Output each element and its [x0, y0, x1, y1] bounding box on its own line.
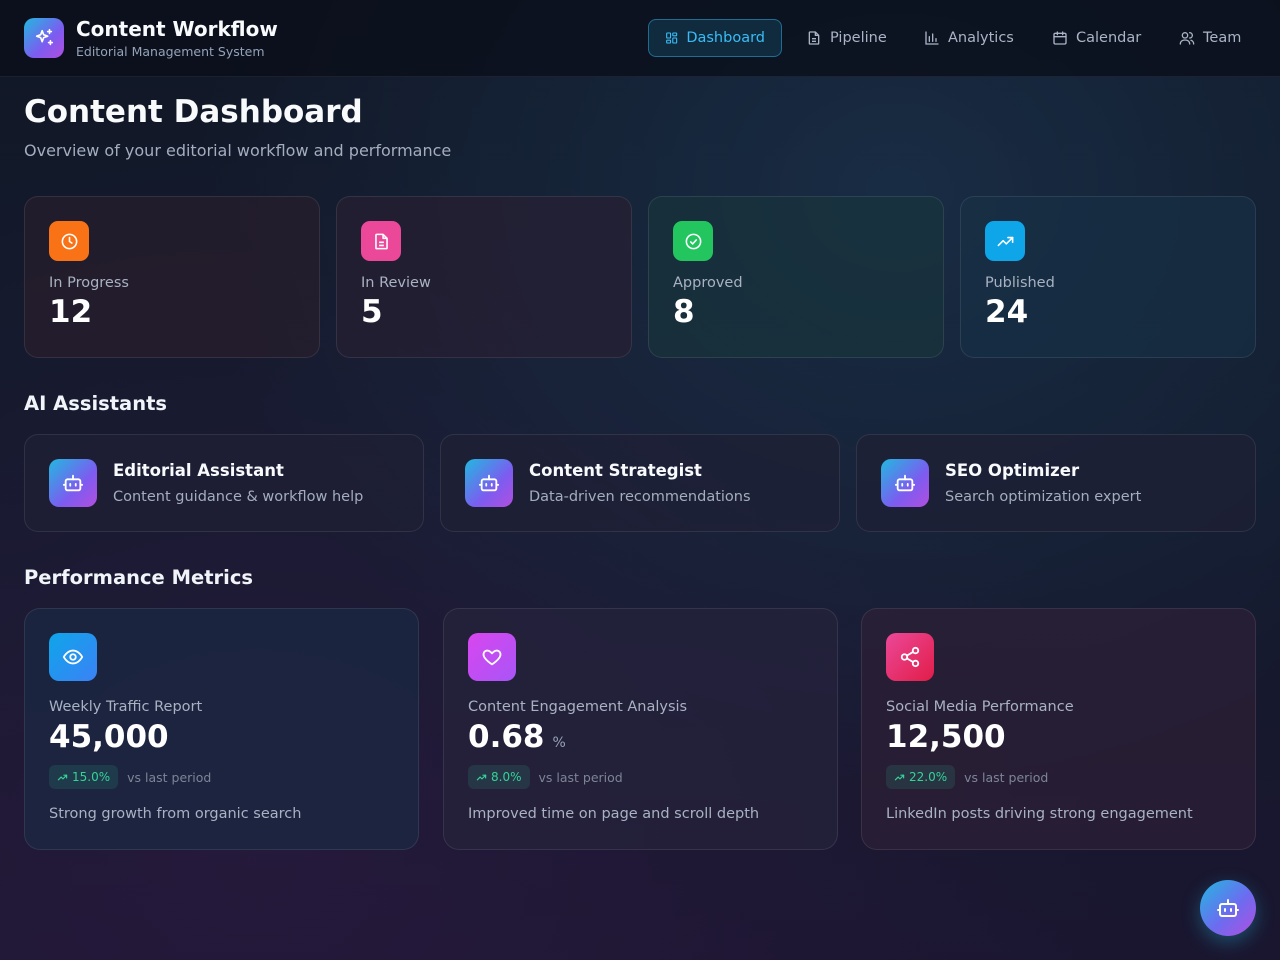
- assistant-card-strategist[interactable]: Content Strategist Data-driven recommend…: [440, 434, 840, 532]
- stat-label: In Review: [361, 275, 431, 291]
- document-icon: [374, 233, 388, 249]
- eye-icon: [62, 649, 84, 665]
- change-caption: vs last period: [538, 769, 623, 785]
- stat-value: 8: [673, 294, 695, 330]
- metric-value-row: 45,000: [49, 719, 177, 755]
- dashboard-grid-icon: [666, 32, 678, 44]
- app-logo[interactable]: [24, 18, 64, 58]
- change-badge: 8.0%: [468, 765, 530, 789]
- nav-dashboard-label: Dashboard: [686, 30, 765, 46]
- assistant-card-editorial[interactable]: Editorial Assistant Content guidance & w…: [24, 434, 424, 532]
- change-row: 15.0% vs last period: [49, 765, 211, 789]
- nav-pipeline[interactable]: Pipeline: [790, 19, 903, 57]
- clock-icon: [61, 233, 77, 249]
- metric-icon-wrap: [468, 633, 516, 681]
- stat-card-in-review[interactable]: In Review 5: [336, 196, 632, 358]
- metric-value-row: 12,500: [886, 719, 1014, 755]
- bot-icon: [894, 474, 916, 492]
- nav-team-label: Team: [1203, 30, 1242, 46]
- assistant-icon-wrap: [465, 459, 513, 507]
- bot-icon: [1217, 899, 1239, 917]
- nav-calendar-label: Calendar: [1076, 30, 1142, 46]
- page-subtitle: Overview of your editorial workflow and …: [24, 141, 452, 160]
- trending-up-icon: [894, 774, 905, 780]
- assistant-card-seo[interactable]: SEO Optimizer Search optimization expert: [856, 434, 1256, 532]
- top-bar: Content Workflow Editorial Management Sy…: [0, 0, 1280, 77]
- stat-icon-wrap: [49, 221, 89, 261]
- page-title: Content Dashboard: [24, 94, 363, 130]
- change-row: 8.0% vs last period: [468, 765, 623, 789]
- assistant-name: SEO Optimizer: [945, 461, 1080, 480]
- performance-metrics-heading: Performance Metrics: [24, 566, 253, 589]
- share-icon: [900, 646, 920, 668]
- check-circle-icon: [685, 233, 701, 249]
- stat-value: 5: [361, 294, 383, 330]
- trending-up-icon: [476, 774, 487, 780]
- metric-value-row: 0.68 %: [468, 719, 566, 755]
- metric-note: LinkedIn posts driving strong engagement: [886, 806, 1193, 822]
- stat-card-in-progress[interactable]: In Progress 12: [24, 196, 320, 358]
- nav-team[interactable]: Team: [1163, 19, 1257, 57]
- change-row: 22.0% vs last period: [886, 765, 1048, 789]
- stat-icon-wrap: [673, 221, 713, 261]
- metric-card-social[interactable]: Social Media Performance 12,500 22.0% vs…: [861, 608, 1256, 850]
- change-caption: vs last period: [964, 769, 1049, 785]
- stat-value: 24: [985, 294, 1029, 330]
- assistant-description: Data-driven recommendations: [529, 489, 751, 505]
- metric-value: 45,000: [49, 719, 169, 755]
- change-value: 22.0%: [909, 770, 948, 784]
- assistant-description: Content guidance & workflow help: [113, 489, 364, 505]
- trending-up-icon: [57, 774, 68, 780]
- change-value: 15.0%: [72, 770, 111, 784]
- trending-up-icon: [997, 236, 1013, 246]
- change-badge: 15.0%: [49, 765, 119, 789]
- change-badge: 22.0%: [886, 765, 956, 789]
- nav-calendar[interactable]: Calendar: [1036, 19, 1157, 57]
- assistant-description: Search optimization expert: [945, 489, 1142, 505]
- metric-card-traffic[interactable]: Weekly Traffic Report 45,000 15.0% vs la…: [24, 608, 419, 850]
- metric-note: Improved time on page and scroll depth: [468, 806, 760, 822]
- ai-assistants-heading: AI Assistants: [24, 392, 168, 415]
- app-subtitle: Editorial Management System: [76, 44, 265, 59]
- stat-icon-wrap: [985, 221, 1025, 261]
- nav-dashboard[interactable]: Dashboard: [648, 19, 782, 57]
- nav-analytics[interactable]: Analytics: [908, 19, 1030, 57]
- metric-note: Strong growth from organic search: [49, 806, 302, 822]
- heart-icon: [482, 649, 502, 666]
- assistant-name: Content Strategist: [529, 461, 702, 480]
- stat-icon-wrap: [361, 221, 401, 261]
- metric-value: 0.68: [468, 719, 545, 755]
- metric-value: 12,500: [886, 719, 1006, 755]
- bot-icon: [478, 474, 500, 492]
- assistant-name: Editorial Assistant: [113, 461, 284, 480]
- nav-pipeline-label: Pipeline: [830, 30, 887, 46]
- assistant-icon-wrap: [881, 459, 929, 507]
- metric-name: Content Engagement Analysis: [468, 699, 688, 715]
- metric-name: Weekly Traffic Report: [49, 699, 203, 715]
- stat-label: Approved: [673, 275, 743, 291]
- metric-name: Social Media Performance: [886, 699, 1074, 715]
- change-caption: vs last period: [127, 769, 212, 785]
- metric-unit: %: [552, 735, 566, 751]
- app-title: Content Workflow: [76, 17, 278, 41]
- assistant-icon-wrap: [49, 459, 97, 507]
- ai-assistant-fab-button[interactable]: [1200, 880, 1256, 936]
- bot-icon: [62, 474, 84, 492]
- metric-card-engagement[interactable]: Content Engagement Analysis 0.68 % 8.0% …: [443, 608, 838, 850]
- document-icon: [808, 31, 820, 45]
- users-icon: [1179, 31, 1195, 45]
- stat-card-approved[interactable]: Approved 8: [648, 196, 944, 358]
- stat-label: In Progress: [49, 275, 129, 291]
- stat-card-published[interactable]: Published 24: [960, 196, 1256, 358]
- change-value: 8.0%: [491, 770, 522, 784]
- stat-label: Published: [985, 275, 1055, 291]
- metric-icon-wrap: [49, 633, 97, 681]
- metric-icon-wrap: [886, 633, 934, 681]
- nav-analytics-label: Analytics: [948, 30, 1014, 46]
- sparkles-icon: [35, 28, 54, 46]
- calendar-icon: [1053, 31, 1067, 45]
- stat-value: 12: [49, 294, 93, 330]
- bar-chart-icon: [925, 31, 939, 45]
